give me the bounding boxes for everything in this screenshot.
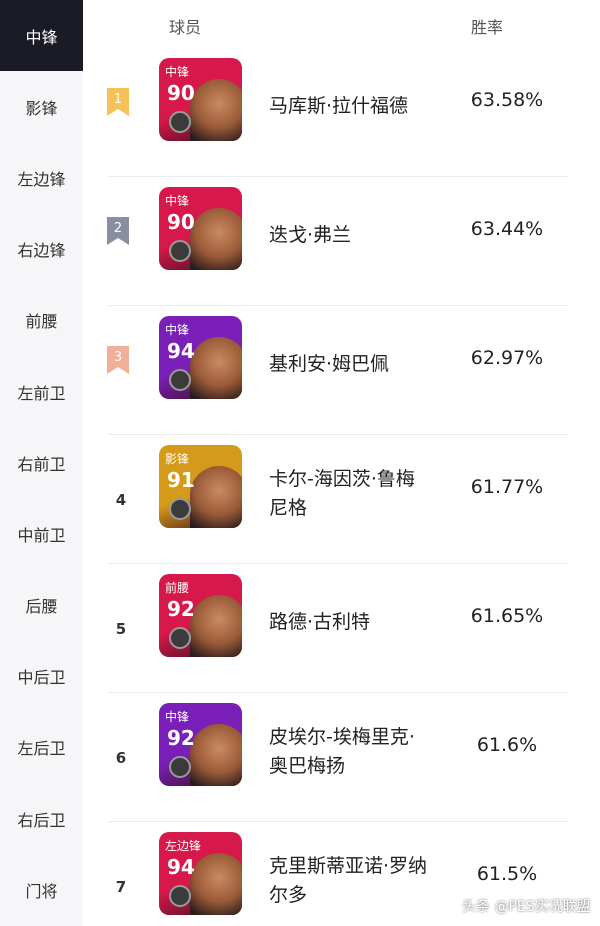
- club-emblem-icon: [169, 111, 191, 133]
- sidebar-item-8[interactable]: 后腰: [0, 570, 83, 641]
- player-photo: [190, 208, 242, 270]
- rank-badge: 1: [107, 88, 129, 116]
- sidebar-item-12[interactable]: 门将: [0, 854, 83, 925]
- card-rating: 90: [167, 210, 195, 234]
- player-name: 皮埃尔-埃梅里克·奥巴梅扬: [269, 726, 415, 777]
- card-rating: 91: [167, 468, 195, 492]
- club-emblem-icon: [169, 627, 191, 649]
- player-row[interactable]: 3 中锋 94 基利安·姆巴佩 62.97%: [83, 306, 600, 435]
- player-name: 克里斯蒂亚诺·罗纳尔多: [269, 855, 428, 906]
- rank-number: 7: [115, 878, 127, 896]
- rank-number: 5: [115, 620, 127, 638]
- sidebar-item-11[interactable]: 右后卫: [0, 783, 83, 854]
- player-row[interactable]: 6 中锋 92 皮埃尔-埃梅里克·奥巴梅扬 61.6%: [83, 693, 600, 822]
- position-sidebar: 中锋 影锋 左边锋 右边锋 前腰 左前卫 右前卫 中前卫 后腰 中后卫 左后卫 右后卫 门将: [0, 0, 83, 926]
- card-rating: 92: [167, 597, 195, 621]
- card-rating: 90: [167, 81, 195, 105]
- rank-number: 2: [113, 221, 123, 236]
- sidebar-item-2[interactable]: 左边锋: [0, 142, 83, 213]
- club-emblem-icon: [169, 756, 191, 778]
- club-emblem-icon: [169, 240, 191, 262]
- player-card[interactable]: 中锋 94: [159, 316, 242, 399]
- card-position: 前腰: [165, 581, 190, 595]
- watermark: 头条 @PES实况联盟: [462, 899, 591, 915]
- player-name: 马库斯·拉什福德: [269, 95, 409, 117]
- player-row[interactable]: 1 中锋 90 马库斯·拉什福德 63.58%: [83, 48, 600, 177]
- sidebar-item-10[interactable]: 左后卫: [0, 712, 83, 783]
- rank-number: 4: [115, 491, 127, 509]
- card-position: 中锋: [165, 65, 190, 79]
- player-card[interactable]: 中锋 92: [159, 703, 242, 786]
- player-card[interactable]: 中锋 90: [159, 58, 242, 141]
- player-name: 迭戈·弗兰: [269, 224, 352, 246]
- sidebar-item-0[interactable]: 中锋: [0, 0, 83, 72]
- player-row[interactable]: 2 中锋 90 迭戈·弗兰 63.44%: [83, 177, 600, 306]
- column-header-winrate: 胜率: [471, 18, 504, 37]
- rank-number: 3: [113, 350, 123, 365]
- rank-badge: 3: [107, 346, 129, 374]
- club-emblem-icon: [169, 369, 191, 391]
- player-winrate: 62.97%: [470, 347, 544, 369]
- player-row[interactable]: 5 前腰 92 路德·古利特 61.65%: [83, 564, 600, 693]
- player-photo: [190, 337, 242, 399]
- player-row[interactable]: 4 影锋 91 卡尔-海因茨·鲁梅尼格 61.77%: [83, 435, 600, 564]
- card-position: 中锋: [165, 194, 190, 208]
- player-card[interactable]: 影锋 91: [159, 445, 242, 528]
- player-card[interactable]: 左边锋 94: [159, 832, 242, 915]
- player-card[interactable]: 中锋 90: [159, 187, 242, 270]
- card-position: 中锋: [165, 710, 190, 724]
- player-photo: [190, 724, 242, 786]
- card-position: 左边锋: [165, 839, 202, 853]
- player-name: 路德·古利特: [269, 611, 371, 633]
- sidebar-item-5[interactable]: 左前卫: [0, 356, 83, 427]
- table-header: 球员 胜率: [83, 0, 600, 48]
- sidebar-item-4[interactable]: 前腰: [0, 285, 83, 356]
- player-photo: [190, 79, 242, 141]
- card-rating: 92: [167, 726, 195, 750]
- rank-badge: 2: [107, 217, 129, 245]
- sidebar-item-1[interactable]: 影锋: [0, 71, 83, 142]
- card-rating: 94: [167, 855, 195, 879]
- player-card[interactable]: 前腰 92: [159, 574, 242, 657]
- player-name: 卡尔-海因茨·鲁梅尼格: [269, 468, 415, 519]
- player-photo: [190, 595, 242, 657]
- rank-number: 1: [113, 92, 123, 107]
- club-emblem-icon: [169, 498, 191, 520]
- player-winrate: 63.58%: [470, 89, 544, 111]
- player-winrate: 61.5%: [476, 863, 538, 885]
- sidebar-item-3[interactable]: 右边锋: [0, 214, 83, 285]
- player-winrate: 61.65%: [470, 605, 544, 627]
- player-winrate: 61.6%: [476, 734, 538, 756]
- card-rating: 94: [167, 339, 195, 363]
- player-photo: [190, 466, 242, 528]
- sidebar-item-9[interactable]: 中后卫: [0, 641, 83, 712]
- player-winrate: 63.44%: [470, 218, 544, 240]
- player-winrate: 61.77%: [470, 476, 544, 498]
- sidebar-item-6[interactable]: 右前卫: [0, 427, 83, 498]
- column-header-player: 球员: [169, 18, 202, 37]
- club-emblem-icon: [169, 885, 191, 907]
- player-photo: [190, 853, 242, 915]
- sidebar-item-7[interactable]: 中前卫: [0, 498, 83, 569]
- card-position: 中锋: [165, 323, 190, 337]
- rank-number: 6: [115, 749, 127, 767]
- ranking-panel: 球员 胜率 1 中锋 90 马库斯·拉什福德 63.58% 2 中锋 90 迭戈·弗兰 63.44…: [83, 0, 600, 926]
- card-position: 影锋: [165, 452, 190, 466]
- player-name: 基利安·姆巴佩: [269, 353, 390, 375]
